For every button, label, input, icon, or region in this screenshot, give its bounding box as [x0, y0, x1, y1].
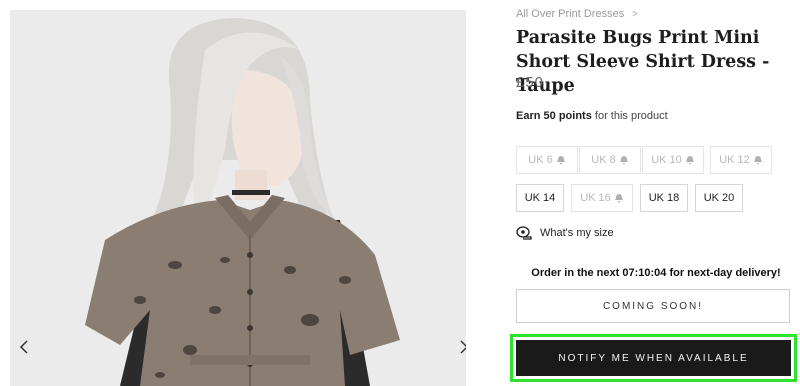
product-title: Parasite Bugs Print Mini Short Sleeve Sh… [516, 28, 770, 96]
notify-me-button[interactable]: NOTIFY ME WHEN AVAILABLE [516, 340, 791, 376]
product-image-gallery [10, 10, 466, 386]
size-guide-label: What's my size [540, 227, 614, 239]
breadcrumb-separator: > [632, 8, 639, 20]
size-option-uk8[interactable]: UK 8 [579, 146, 641, 174]
bell-icon [619, 156, 628, 165]
size-option-uk14[interactable]: UK 14 [516, 184, 564, 212]
size-label: UK 8 [591, 154, 616, 166]
size-option-uk18[interactable]: UK 18 [640, 184, 688, 212]
delivery-countdown: Order in the next 07:10:04 for next-day … [531, 267, 781, 279]
product-photo [10, 10, 466, 386]
bell-icon [556, 156, 565, 165]
breadcrumb: All Over Print Dresses > [516, 8, 638, 20]
breadcrumb-category-link[interactable]: All Over Print Dresses [516, 8, 624, 20]
points-value: 50 points [543, 110, 592, 122]
chevron-left-icon [19, 340, 28, 354]
size-option-uk6[interactable]: UK 6 [516, 146, 578, 174]
points-prefix: Earn [516, 110, 541, 122]
size-label: UK 20 [703, 192, 735, 204]
size-label: UK 10 [651, 154, 682, 166]
points-earn-label: Earn 50 points [516, 110, 592, 122]
size-option-uk10[interactable]: UK 10 [642, 146, 704, 174]
bell-icon [614, 194, 623, 203]
coming-soon-button[interactable]: COMING SOON! [516, 289, 790, 323]
size-label: UK 18 [648, 192, 680, 204]
size-option-uk12[interactable]: UK 12 [710, 146, 772, 174]
product-price: £50 [516, 74, 545, 91]
loyalty-points-text: Earn 50 points for this product [516, 110, 668, 122]
size-option-uk20[interactable]: UK 20 [695, 184, 743, 212]
points-suffix: for this product [594, 110, 668, 122]
size-label: UK 12 [719, 154, 750, 166]
gallery-prev-button[interactable] [12, 332, 36, 362]
size-label: UK 6 [528, 154, 553, 166]
size-label: UK 16 [580, 192, 611, 204]
bell-icon [753, 156, 762, 165]
notify-highlight-frame: NOTIFY ME WHEN AVAILABLE [510, 334, 797, 382]
tape-measure-icon [516, 226, 532, 240]
size-option-uk16[interactable]: UK 16 [571, 184, 633, 212]
gallery-next-button[interactable] [452, 332, 466, 362]
size-guide-link[interactable]: What's my size [516, 226, 614, 240]
chevron-right-icon [460, 340, 466, 354]
size-label: UK 14 [524, 192, 556, 204]
bell-icon [685, 156, 694, 165]
